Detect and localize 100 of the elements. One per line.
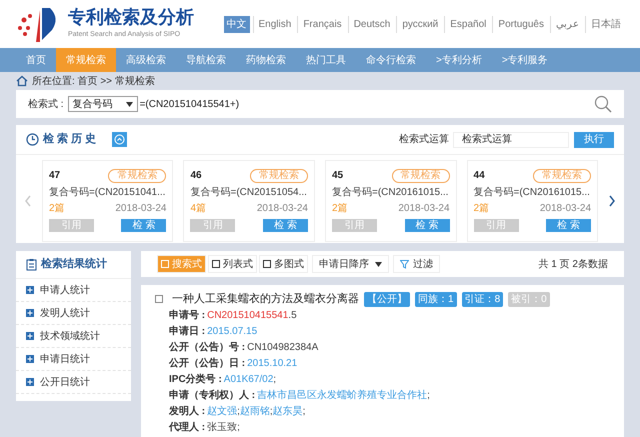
result-checkbox[interactable]	[155, 295, 163, 304]
breadcrumb: 所在位置: 首页 >> 常规检索	[32, 74, 155, 88]
view-icon	[161, 260, 169, 268]
stats-label: 申请人统计	[40, 284, 90, 298]
result-count: 2篇	[332, 202, 348, 216]
result-count: 2篇	[48, 202, 65, 216]
nav-tab[interactable]: >专利分析	[426, 48, 492, 72]
field-label: IPC分类号 :	[169, 372, 222, 387]
history-tag: 常规检索	[392, 169, 450, 183]
history-number: 46	[190, 169, 202, 183]
chevron-up-icon	[114, 134, 126, 145]
stats-label: 公开日统计	[40, 376, 90, 390]
history-number: 47	[48, 169, 60, 183]
stats-item[interactable]: 发明人统计	[16, 302, 131, 325]
field-label: 公开（公告）号 :	[169, 340, 246, 355]
field-value: CN104982384A	[247, 341, 318, 355]
nav-tab[interactable]: 首页	[16, 48, 56, 72]
stats-label: 技术领域统计	[40, 330, 100, 344]
nav-tab[interactable]: >专利服务	[492, 48, 558, 72]
caret-icon	[126, 102, 133, 106]
stats-label: 申请日统计	[40, 352, 90, 366]
sort-dropdown[interactable]: 申请日降序	[312, 255, 389, 273]
field-select[interactable]: 复合号码	[68, 96, 138, 112]
stats-item[interactable]: 技术领域统计	[16, 325, 131, 348]
search-label: 检索式 :	[28, 98, 64, 112]
view-tab[interactable]: 列表式	[208, 255, 257, 273]
filter-button[interactable]: 过滤	[393, 255, 440, 273]
search-input[interactable]: =(CN201510415541+)	[140, 96, 240, 112]
chevron-right-icon[interactable]	[608, 195, 616, 207]
nav-tab[interactable]: 命令行检索	[356, 48, 426, 72]
field-value: 张玉致;	[207, 420, 240, 435]
field-value: CN201510415541.5	[207, 309, 297, 323]
stats-item[interactable]: 公开日统计	[16, 371, 131, 394]
history-date: 2018-03-24	[398, 202, 450, 216]
view-icon	[212, 260, 220, 268]
page-summary: 共 1 页 2条数据	[538, 258, 608, 272]
search-button[interactable]: 检 索	[404, 219, 450, 232]
history-tag: 常规检索	[533, 169, 592, 183]
stats-title: 检索结果统计	[41, 256, 107, 272]
nav-tab[interactable]: 高级检索	[116, 48, 176, 72]
plus-square-icon	[26, 309, 34, 317]
result-count: 2篇	[474, 202, 490, 216]
history-tag: 常规检索	[250, 169, 308, 183]
search-icon[interactable]	[594, 95, 612, 113]
plus-square-icon	[26, 286, 34, 294]
view-tab[interactable]: 多图式	[259, 255, 308, 273]
history-date: 2018-03-24	[256, 202, 308, 216]
language-link[interactable]: Deutsch	[348, 16, 394, 32]
collapse-button[interactable]	[112, 132, 128, 147]
clipboard-icon	[26, 258, 37, 271]
field-label: 发明人 :	[169, 404, 206, 419]
search-button[interactable]: 检 索	[546, 219, 592, 232]
history-number: 45	[332, 169, 344, 183]
search-button[interactable]: 检 索	[121, 219, 166, 232]
stats-label: 发明人统计	[40, 306, 90, 320]
language-link[interactable]: English	[252, 16, 294, 32]
run-button[interactable]: 执行	[574, 132, 614, 148]
stats-item[interactable]: 申请人统计	[16, 279, 131, 302]
plus-square-icon	[26, 355, 34, 363]
history-date: 2018-03-24	[115, 202, 166, 216]
language-link[interactable]: Español	[444, 16, 490, 32]
result-badge[interactable]: 同族：1	[415, 292, 457, 307]
field-label: 申请（专利权）人 :	[169, 388, 256, 403]
home-icon[interactable]	[16, 75, 28, 87]
nav-tab[interactable]: 药物检索	[236, 48, 296, 72]
nav-tab[interactable]: 热门工具	[296, 48, 356, 72]
field-label: 代理人 :	[169, 420, 206, 435]
language-link[interactable]: Português	[492, 16, 547, 32]
history-date: 2018-03-24	[540, 202, 592, 216]
language-link[interactable]: 中文	[224, 16, 250, 32]
nav-tab[interactable]: 导航检索	[176, 48, 236, 72]
calc-field[interactable]: 检索式运算	[453, 132, 569, 148]
view-icon	[263, 260, 271, 268]
history-number: 44	[474, 169, 485, 183]
search-button[interactable]: 检 索	[263, 219, 308, 232]
history-query: 复合号码=(CN20151054...	[190, 186, 308, 200]
field-label: 申请日 :	[169, 324, 206, 339]
field-value: A01K67/02;	[224, 373, 276, 387]
language-link[interactable]: Français	[297, 16, 345, 32]
result-title[interactable]: 一种人工采集蠕衣的方法及蠕衣分离器	[172, 291, 359, 308]
plus-square-icon	[26, 332, 34, 340]
field-label: 申请号 :	[169, 308, 206, 323]
field-value: 吉林市昌邑区永发蠕蚧养殖专业合作社;	[257, 388, 430, 403]
language-link[interactable]: 日本語	[585, 16, 624, 32]
view-tab[interactable]: 搜索式	[157, 255, 206, 273]
field-value: 2015.10.21	[247, 357, 298, 371]
language-link[interactable]: عربي	[550, 16, 582, 32]
field-value: 赵文强;赵雨铭;赵东昊;	[207, 404, 306, 419]
funnel-icon	[400, 260, 409, 268]
nav-tab[interactable]: 常规检索	[56, 48, 116, 72]
stats-item[interactable]: 申请日统计	[16, 348, 131, 371]
history-query: 复合号码=(CN20151041...	[48, 186, 166, 200]
result-badge[interactable]: 引证：8	[462, 292, 504, 307]
field-value: 2015.07.15	[207, 325, 258, 339]
history-tag: 常规检索	[108, 169, 166, 183]
history-query: 复合号码=(CN20161015...	[332, 186, 450, 200]
plus-square-icon	[26, 378, 34, 386]
result-badge[interactable]: 【公开】	[364, 292, 410, 307]
history-title: 检 索 历 史	[43, 132, 96, 148]
language-link[interactable]: русский	[396, 16, 442, 32]
